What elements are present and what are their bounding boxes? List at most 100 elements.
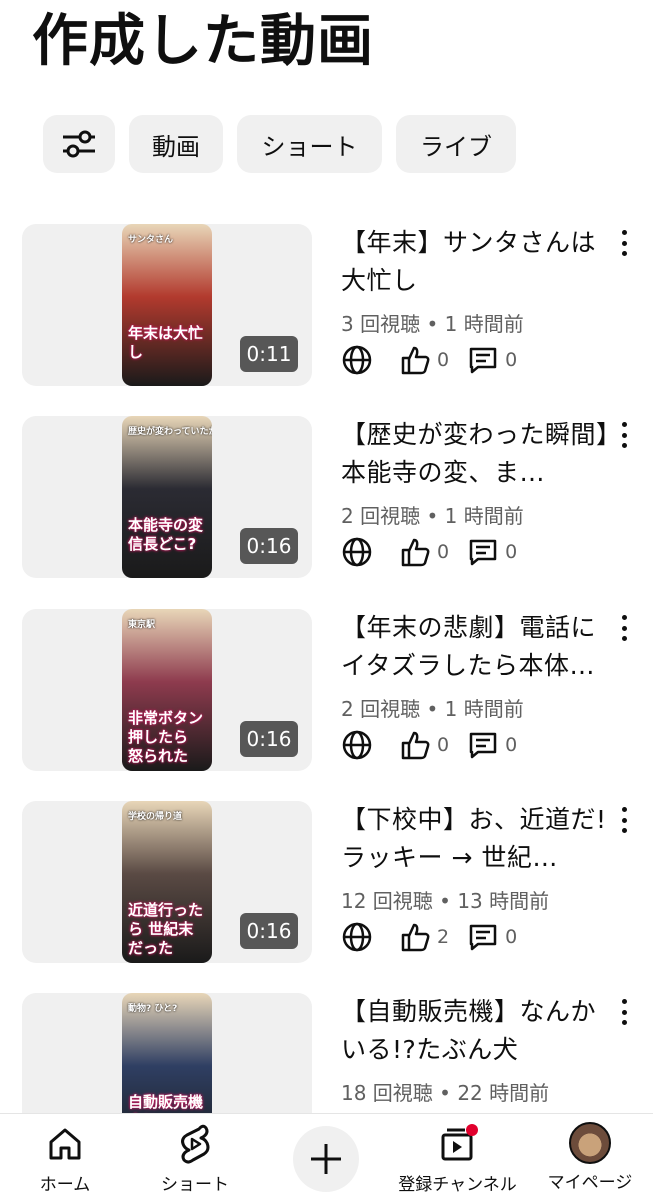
video-meta: 2 回視聴 • 1 時間前 [341,697,524,721]
view-count: 2 回視聴 [341,697,421,721]
video-meta: 12 回視聴 • 13 時間前 [341,889,550,913]
thumbnail-image: 歴史が変わっていたかも… 本能寺の変 信長どこ? [122,416,212,578]
view-count: 12 回視聴 [341,889,433,913]
thumbnail-caption-bottom: 非常ボタン押したら 怒られた [128,709,204,765]
avatar [569,1122,611,1164]
thumbnail-image: 東京駅 非常ボタン押したら 怒られた [122,609,212,771]
filter-chips: 動画 ショート ライブ [43,115,516,173]
video-title[interactable]: 【下校中】お、近道だ!ラッキー → 世紀… [341,801,611,877]
duration-badge: 0:11 [240,336,298,372]
thumbnail-caption-bottom: 年末は大忙し [128,324,204,361]
globe-icon [342,345,372,375]
comment-icon [469,539,497,566]
comment-count: 0 [505,541,518,563]
video-meta: 2 回視聴 • 1 時間前 [341,504,524,528]
nav-shorts[interactable]: ショート [150,1114,240,1200]
video-meta: 3 回視聴 • 1 時間前 [341,312,524,336]
more-options-button[interactable] [612,228,636,258]
globe-icon [342,922,372,952]
more-options-button[interactable] [612,613,636,643]
video-item[interactable]: サンタさん 年末は大忙し 0:11 【年末】サンタさんは大忙し 3 回視聴 • … [0,224,653,394]
duration-badge: 0:16 [240,721,298,757]
nav-subscriptions[interactable]: 登録チャンネル [390,1114,525,1200]
thumbs-up-icon [401,923,430,952]
comment-icon [469,732,497,759]
home-icon [49,1128,81,1160]
more-options-button[interactable] [612,805,636,835]
video-item[interactable]: 東京駅 非常ボタン押したら 怒られた 0:16 【年末の悲劇】電話にイタズラした… [0,609,653,779]
nav-subscriptions-label: 登録チャンネル [398,1175,517,1195]
view-count: 2 回視聴 [341,504,421,528]
video-item[interactable]: 歴史が変わっていたかも… 本能寺の変 信長どこ? 0:16 【歴史が変わった瞬間… [0,416,653,586]
like-count: 2 [437,926,450,948]
more-options-button[interactable] [612,997,636,1027]
comment-count: 0 [505,734,518,756]
video-info: 【歴史が変わった瞬間】本能寺の変、ま… 2 回視聴 • 1 時間前 0 0 [341,416,611,570]
video-thumbnail[interactable]: サンタさん 年末は大忙し 0:11 [22,224,312,386]
nav-home-label: ホーム [39,1175,91,1195]
upload-age: 1 時間前 [444,504,524,528]
notification-dot [465,1124,478,1136]
thumbs-up-icon [401,538,430,567]
video-title[interactable]: 【年末の悲劇】電話にイタズラしたら本体… [341,609,611,685]
video-stats: 0 0 [341,727,611,763]
video-stats: 0 0 [341,534,611,570]
shorts-icon [181,1124,210,1164]
video-thumbnail[interactable]: 東京駅 非常ボタン押したら 怒られた 0:16 [22,609,312,771]
nav-you-label: マイページ [547,1173,633,1193]
thumbs-up-icon [401,346,430,375]
upload-age: 22 時間前 [457,1081,550,1105]
comment-icon [469,924,497,951]
subscriptions-icon [441,1124,478,1161]
video-info: 【下校中】お、近道だ!ラッキー → 世紀… 12 回視聴 • 13 時間前 2 [341,801,611,955]
thumbs-up-icon [401,731,430,760]
more-options-button[interactable] [612,420,636,450]
plus-icon [311,1144,341,1174]
nav-home[interactable]: ホーム [30,1114,100,1200]
thumbnail-caption-top: 動物? ひと? [128,1004,178,1014]
chip-videos[interactable]: 動画 [129,115,223,173]
globe-icon [342,537,372,567]
duration-badge: 0:16 [240,913,298,949]
video-info: 【年末】サンタさんは大忙し 3 回視聴 • 1 時間前 0 0 [341,224,611,378]
chip-shorts[interactable]: ショート [237,115,382,173]
video-item[interactable]: 学校の帰り道 近道行ったら 世紀末だった 0:16 【下校中】お、近道だ!ラッキ… [0,801,653,971]
thumbnail-caption-top: サンタさん [128,235,174,245]
sliders-icon [63,130,95,158]
thumbnail-caption-top: 東京駅 [128,620,156,630]
duration-badge: 0:16 [240,528,298,564]
view-count: 18 回視聴 [341,1081,433,1105]
thumbnail-caption-top: 学校の帰り道 [128,812,183,822]
upload-age: 1 時間前 [444,697,524,721]
thumbnail-image: 学校の帰り道 近道行ったら 世紀末だった [122,801,212,963]
comment-icon [469,347,497,374]
like-count: 0 [437,541,450,563]
like-count: 0 [437,734,450,756]
nav-shorts-label: ショート [161,1175,229,1195]
upload-age: 13 時間前 [457,889,550,913]
chip-live[interactable]: ライブ [396,115,516,173]
like-count: 0 [437,349,450,371]
nav-you[interactable]: マイページ [540,1114,640,1200]
thumbnail-caption-bottom: 本能寺の変 信長どこ? [128,516,204,553]
video-stats: 2 0 [341,919,611,955]
upload-age: 1 時間前 [444,312,524,336]
comment-count: 0 [505,349,518,371]
video-meta: 18 回視聴 • 22 時間前 [341,1081,550,1105]
video-title[interactable]: 【年末】サンタさんは大忙し [341,224,611,300]
bottom-nav: ホーム ショート 登録チャンネル マイページ [0,1113,653,1200]
create-button[interactable] [293,1126,359,1192]
video-thumbnail[interactable]: 歴史が変わっていたかも… 本能寺の変 信長どこ? 0:16 [22,416,312,578]
video-title[interactable]: 【自動販売機】なんかいる!?たぶん犬 [341,993,611,1069]
filter-button[interactable] [43,115,115,173]
video-title[interactable]: 【歴史が変わった瞬間】本能寺の変、ま… [341,416,611,492]
video-stats: 0 0 [341,342,611,378]
globe-icon [342,730,372,760]
comment-count: 0 [505,926,518,948]
video-thumbnail[interactable]: 学校の帰り道 近道行ったら 世紀末だった 0:16 [22,801,312,963]
thumbnail-caption-bottom: 近道行ったら 世紀末だった [128,901,204,957]
thumbnail-image: サンタさん 年末は大忙し [122,224,212,386]
page-title: 作成した動画 [32,9,374,74]
video-info: 【年末の悲劇】電話にイタズラしたら本体… 2 回視聴 • 1 時間前 0 0 [341,609,611,763]
thumbnail-caption-top: 歴史が変わっていたかも… [128,427,212,437]
